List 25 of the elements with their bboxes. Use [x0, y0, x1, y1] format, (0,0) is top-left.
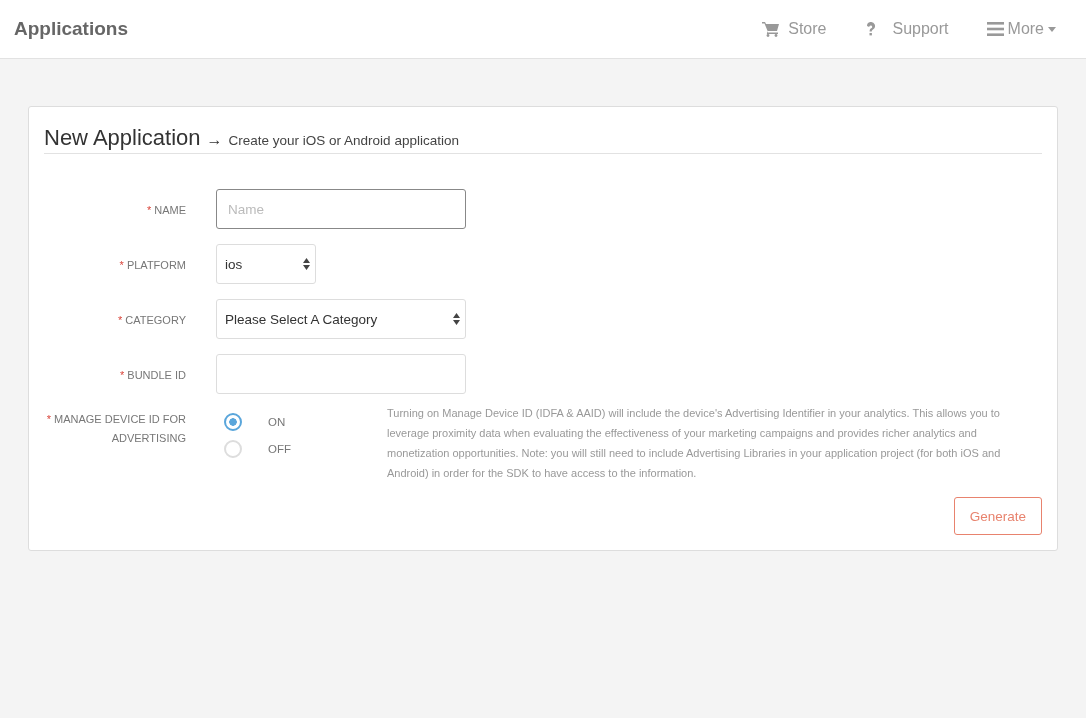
field-label: * PLATFORM	[119, 258, 186, 271]
nav-link[interactable]: Support	[864, 20, 949, 38]
updown-icon	[303, 258, 310, 270]
nav-link[interactable]: Store	[762, 20, 827, 38]
field-label: * NAME	[146, 203, 186, 216]
radio-button[interactable]	[224, 413, 242, 431]
select-dropdown[interactable]: ios	[216, 244, 316, 284]
menu-icon	[986, 22, 1004, 36]
cart-icon	[762, 21, 781, 37]
radio-label: ON	[268, 416, 286, 428]
nav-link[interactable]: More	[986, 20, 1056, 38]
select-dropdown[interactable]: Please Select A Category	[216, 299, 466, 339]
page-title: Applications	[14, 18, 128, 40]
arrow-icon: →	[206, 131, 223, 149]
form-subtitle: Create your iOS or Android application	[228, 133, 459, 148]
radio-label: OFF	[268, 443, 291, 455]
help-text: Turning on Manage Device ID (IDFA & AAID) will include the device's Advertising Identifier in your analytics. This allows you to leverage proximity data when evaluating the effectiveness of your marketing campaigns and provides richer analytics and monetization opportunities. Note: you will still need to include Advertising Libraries in your application project (for both iOS and Android) in order for the SDK to have access to the information.	[387, 406, 1002, 481]
text-input[interactable]: Name	[216, 189, 466, 229]
question-icon	[864, 21, 877, 37]
field-label: * MANAGE DEVICE ID FOR ADVERTISING	[46, 413, 186, 444]
generate-button[interactable]: Generate	[953, 497, 1042, 535]
updown-icon	[453, 313, 460, 325]
form-title: New Application	[44, 125, 201, 151]
field-label: * BUNDLE ID	[119, 368, 186, 381]
field-label: * CATEGORY	[117, 313, 186, 326]
